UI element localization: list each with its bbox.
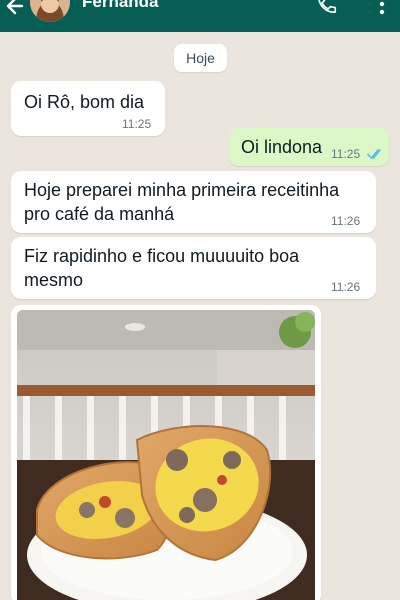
read-receipt-icon <box>367 149 381 160</box>
more-vert-icon <box>379 1 385 15</box>
message-text-line: Hoje preparei minha primeira receitinha <box>24 180 340 200</box>
message-text-line: Fiz rapidinho e ficou muuuuito boa <box>24 246 300 266</box>
message-bubble-outgoing[interactable]: Oi lindona 11:25 <box>229 128 389 166</box>
message-text-line: pro café da manhá <box>24 204 175 224</box>
message-time: 11:25 <box>122 117 152 131</box>
date-separator: Hoje <box>174 44 227 72</box>
message-text-line: mesmo <box>24 270 84 290</box>
contact-name[interactable]: Fernanda <box>82 0 159 12</box>
message-bubble-incoming[interactable]: Fiz rapidinho e ficou muuuuito boa mesmo… <box>11 237 376 299</box>
chat-header: Fernanda <box>0 0 400 32</box>
breakfast-burrito-photo[interactable] <box>17 310 315 600</box>
voice-call-button[interactable] <box>314 0 340 16</box>
message-time: 11:26 <box>331 280 361 294</box>
message-text: Oi Rô, bom dia <box>24 92 145 112</box>
message-time: 11:25 <box>331 147 361 161</box>
avatar[interactable] <box>30 0 70 22</box>
message-text: Oi lindona <box>241 137 323 157</box>
message-bubble-incoming[interactable]: Hoje preparei minha primeira receitinha … <box>11 171 376 233</box>
message-time: 11:26 <box>331 214 361 228</box>
image-message-bubble[interactable] <box>11 305 321 600</box>
message-bubble-incoming[interactable]: Oi Rô, bom dia 11:25 <box>11 81 165 136</box>
more-options-button[interactable] <box>372 0 392 16</box>
phone-icon <box>318 0 337 14</box>
arrow-left-icon <box>6 0 24 15</box>
back-button[interactable] <box>2 0 28 18</box>
